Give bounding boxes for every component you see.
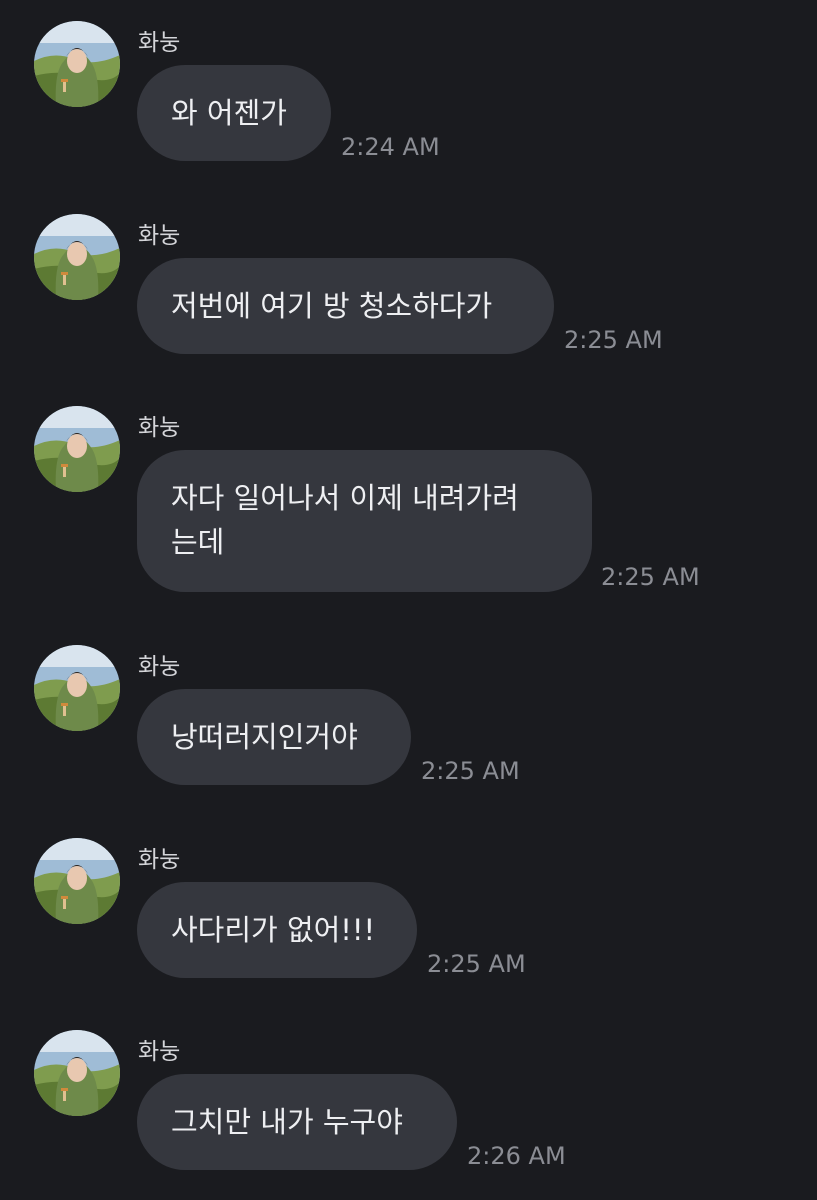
avatar[interactable] [34,645,120,731]
message-bubble[interactable]: 사다리가 없어!!! [137,882,417,978]
avatar-photo [34,838,120,924]
message-text: 와 어젠가 [171,96,287,130]
avatar-photo [34,645,120,731]
avatar[interactable] [34,838,120,924]
avatar[interactable] [34,1030,120,1116]
message-timestamp: 2:25 AM [427,950,526,978]
message-text-line: 는데 [171,525,225,559]
message-row: 화눙 저번에 여기 방 청소하다가 2:25 AM [0,214,817,404]
message-bubble[interactable]: 그치만 내가 누구야 [137,1074,457,1170]
message-timestamp: 2:25 AM [421,757,520,785]
message-bubble[interactable]: 와 어젠가 [137,65,331,161]
avatar-photo [34,214,120,300]
chat-message-list[interactable]: 화눙 와 어젠가 2:24 AM 화눙 저번에 여기 방 청소하다가 2:25 … [0,0,817,1200]
sender-name: 화눙 [138,1039,181,1065]
avatar-photo [34,1030,120,1116]
message-row: 화눙 사다리가 없어!!! 2:25 AM [0,838,817,1028]
message-row: 화눙 그치만 내가 누구야 2:26 AM [0,1030,817,1200]
sender-name: 화눙 [138,30,181,56]
avatar[interactable] [34,21,120,107]
message-bubble[interactable]: 낭떠러지인거야 [137,689,411,785]
message-bubble[interactable]: 자다 일어나서 이제 내려가려 는데 [137,450,592,592]
message-row: 화눙 자다 일어나서 이제 내려가려 는데 2:25 AM [0,406,817,596]
sender-name: 화눙 [138,415,181,441]
message-text-line: 자다 일어나서 이제 내려가려 [171,481,519,515]
message-timestamp: 2:24 AM [341,133,440,161]
avatar[interactable] [34,406,120,492]
message-row: 화눙 낭떠러지인거야 2:25 AM [0,645,817,835]
sender-name: 화눙 [138,223,181,249]
avatar[interactable] [34,214,120,300]
avatar-photo [34,21,120,107]
message-timestamp: 2:25 AM [564,326,663,354]
sender-name: 화눙 [138,847,181,873]
sender-name: 화눙 [138,654,181,680]
message-bubble[interactable]: 저번에 여기 방 청소하다가 [137,258,554,354]
message-text: 그치만 내가 누구야 [171,1105,403,1139]
message-timestamp: 2:25 AM [601,563,700,591]
message-row: 화눙 와 어젠가 2:24 AM [0,21,817,211]
message-text: 저번에 여기 방 청소하다가 [171,289,493,323]
avatar-photo [34,406,120,492]
message-timestamp: 2:26 AM [467,1142,566,1170]
message-text: 사다리가 없어!!! [171,913,376,947]
message-text: 낭떠러지인거야 [171,720,358,754]
